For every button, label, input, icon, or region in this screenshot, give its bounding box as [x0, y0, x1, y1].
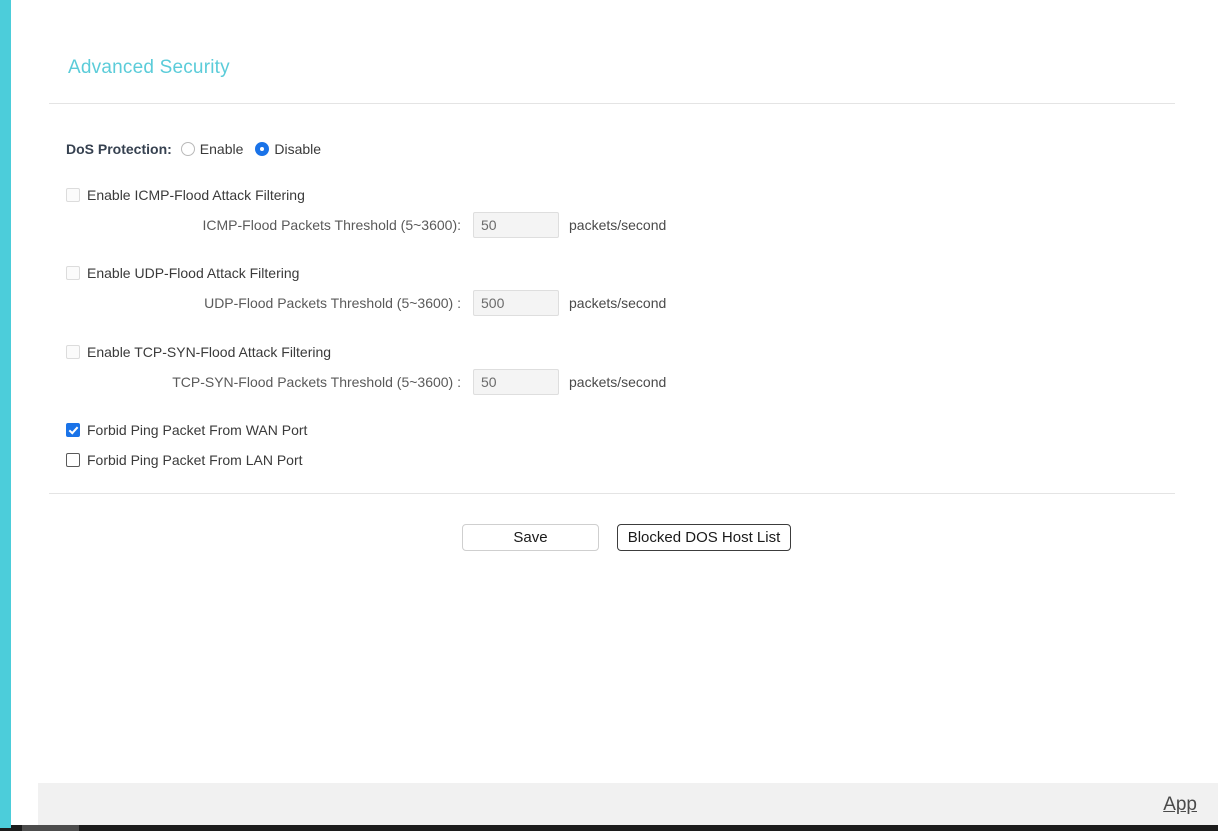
checkbox-label-forbid-ping-wan: Forbid Ping Packet From WAN Port — [87, 422, 308, 438]
threshold-row-icmp: ICMP-Flood Packets Threshold (5~3600): p… — [166, 212, 666, 238]
footer-left-gap — [11, 783, 38, 825]
radio-dos-enable-label: Enable — [199, 141, 244, 157]
divider-top — [49, 103, 1175, 104]
advanced-security-panel: Advanced Security DoS Protection: Enable… — [11, 0, 1218, 783]
threshold-label-tcpsyn: TCP-SYN-Flood Packets Threshold (5~3600)… — [172, 374, 461, 390]
checkbox-label-icmp-flood: Enable ICMP-Flood Attack Filtering — [87, 187, 305, 203]
page-footer: App — [38, 783, 1218, 825]
checkbox-icon — [66, 453, 80, 467]
dos-protection-radio-group: Enable Disable — [180, 141, 333, 157]
checkbox-row-udp-flood[interactable]: Enable UDP-Flood Attack Filtering — [66, 264, 299, 282]
checkbox-label-tcpsyn-flood: Enable TCP-SYN-Flood Attack Filtering — [87, 344, 332, 360]
radio-dos-disable-label: Disable — [274, 141, 322, 157]
checkbox-checked-icon — [66, 423, 80, 437]
checkbox-icon — [66, 266, 80, 280]
page-title: Advanced Security — [68, 57, 230, 78]
threshold-label-udp: UDP-Flood Packets Threshold (5~3600) : — [204, 295, 461, 311]
threshold-input-udp[interactable] — [473, 290, 559, 316]
horizontal-scrollbar-thumb[interactable] — [22, 825, 79, 831]
blocked-dos-host-list-button[interactable]: Blocked DOS Host List — [617, 524, 791, 551]
threshold-label-icmp: ICMP-Flood Packets Threshold (5~3600): — [202, 217, 461, 233]
divider-bottom — [49, 493, 1175, 494]
radio-circle-icon — [180, 142, 195, 156]
checkbox-icon — [66, 345, 80, 359]
checkbox-label-forbid-ping-lan: Forbid Ping Packet From LAN Port — [87, 452, 303, 468]
checkbox-row-tcpsyn-flood[interactable]: Enable TCP-SYN-Flood Attack Filtering — [66, 343, 331, 361]
horizontal-scrollbar[interactable] — [0, 825, 1218, 831]
dos-protection-label: DoS Protection: — [66, 141, 172, 157]
checkbox-row-forbid-ping-wan[interactable]: Forbid Ping Packet From WAN Port — [66, 421, 307, 439]
dos-protection-row: DoS Protection: Enable Disable — [66, 139, 333, 159]
save-button[interactable]: Save — [462, 524, 599, 551]
checkbox-row-forbid-ping-lan[interactable]: Forbid Ping Packet From LAN Port — [66, 451, 303, 469]
button-bar: Save Blocked DOS Host List — [462, 524, 791, 551]
threshold-unit-tcpsyn: packets/second — [569, 374, 667, 390]
browser-viewport: Advanced Security DoS Protection: Enable… — [0, 0, 1218, 831]
checkbox-label-udp-flood: Enable UDP-Flood Attack Filtering — [87, 265, 300, 281]
threshold-unit-udp: packets/second — [569, 295, 667, 311]
threshold-input-icmp[interactable] — [473, 212, 559, 238]
app-link[interactable]: App — [1163, 794, 1197, 816]
radio-circle-selected-icon — [255, 142, 270, 156]
left-rail-scroll-overlap — [0, 825, 11, 828]
threshold-row-tcpsyn: TCP-SYN-Flood Packets Threshold (5~3600)… — [166, 369, 666, 395]
left-accent-rail — [0, 0, 11, 831]
checkbox-icon — [66, 188, 80, 202]
radio-dos-disable[interactable]: Disable — [255, 141, 321, 157]
threshold-row-udp: UDP-Flood Packets Threshold (5~3600) : p… — [166, 290, 666, 316]
checkbox-row-icmp-flood[interactable]: Enable ICMP-Flood Attack Filtering — [66, 186, 305, 204]
threshold-unit-icmp: packets/second — [569, 217, 667, 233]
threshold-input-tcpsyn[interactable] — [473, 369, 559, 395]
radio-dos-enable[interactable]: Enable — [180, 141, 244, 157]
